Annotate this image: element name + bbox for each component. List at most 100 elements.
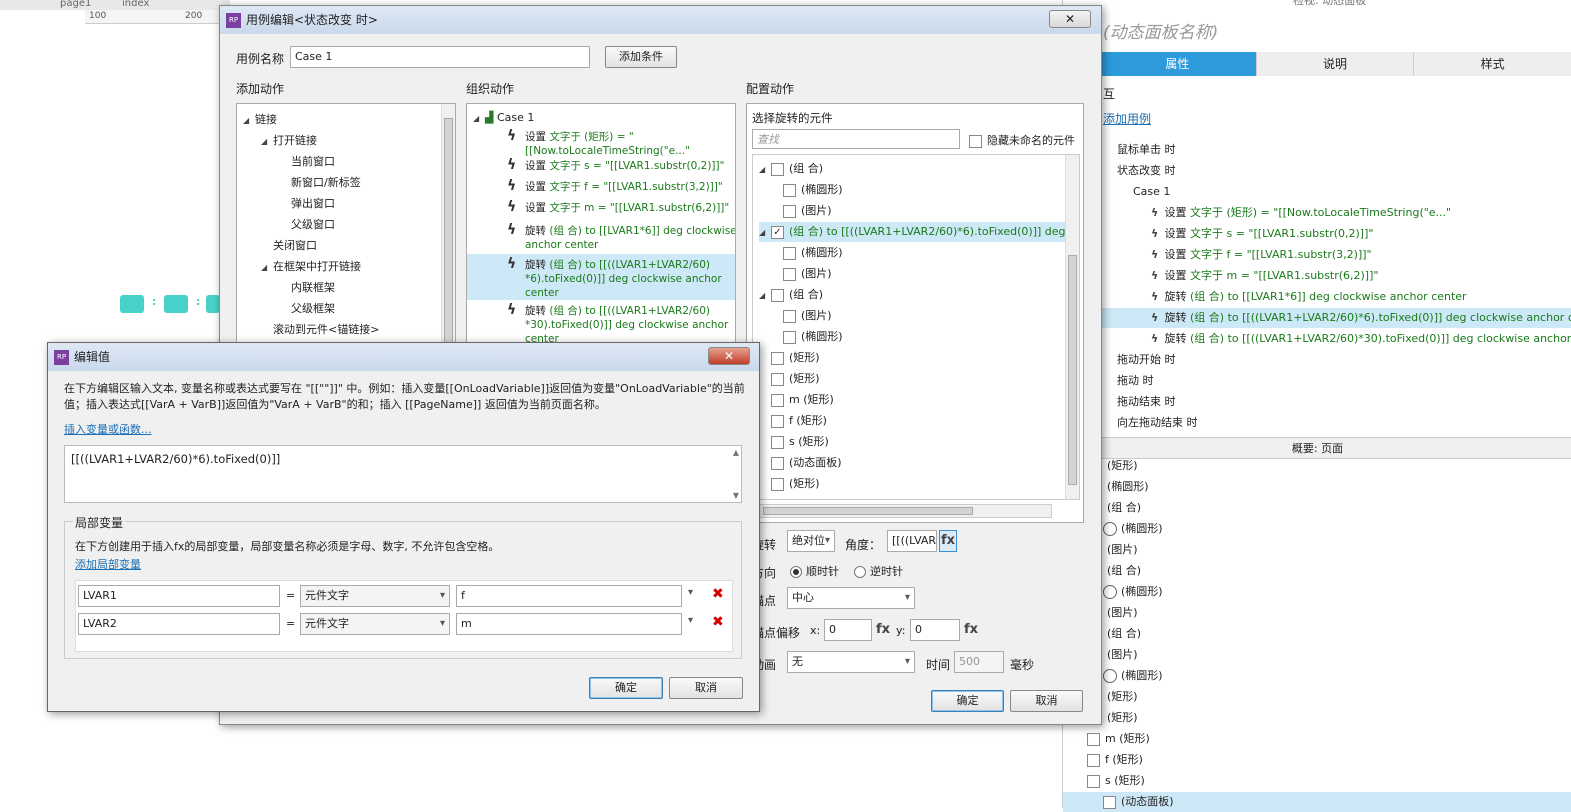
cw-radio[interactable]: 顺时针 — [790, 563, 839, 579]
action-item[interactable]: ϟ 旋转 (组 合) to [[((LVAR1+LVAR2/60)*6).toF… — [1099, 308, 1571, 328]
organize-action-item[interactable]: ϟ 旋转 (组 合) to [[((LVAR1+LVAR2/60) *6).toF… — [467, 254, 735, 300]
outline-item[interactable]: (椭圆形) — [1103, 582, 1163, 602]
widget-tree-item[interactable]: ◢ ✓ (组 合) to [[((LVAR1+LVAR2/60)*6).toFixe… — [759, 222, 1079, 243]
outline-item[interactable]: (组 合) — [1107, 498, 1141, 518]
expand-triangle-icon[interactable]: ◢ — [261, 132, 273, 152]
action-tree-item[interactable]: ◢ 链接 — [243, 110, 277, 130]
widget-tree-item[interactable]: (椭圆形) — [783, 180, 843, 200]
animation-select[interactable]: 无 — [787, 651, 915, 673]
tab-style[interactable]: 样式 — [1414, 52, 1571, 76]
checkbox[interactable] — [783, 309, 796, 323]
cancel-button[interactable]: 取消 — [669, 677, 743, 699]
time-input[interactable]: 500 — [954, 651, 1004, 673]
panel-name-field[interactable]: (动态面板名称) — [1103, 18, 1218, 43]
outline-item[interactable]: (椭圆形) — [1107, 477, 1149, 497]
expand-triangle-icon[interactable]: ◢ — [261, 258, 273, 278]
checkbox[interactable] — [771, 351, 784, 365]
checkbox[interactable] — [771, 288, 784, 302]
widget-tree-item[interactable]: (椭圆形) — [783, 243, 843, 263]
organize-action-item[interactable]: ϟ 设置 文字于 (矩形) = "[[Now.toLocaleTimeString… — [467, 126, 735, 157]
anchor-select[interactable]: 中心 — [787, 587, 915, 609]
var-target-input[interactable]: f — [456, 585, 682, 607]
widget-tree-item[interactable]: (图片) — [783, 264, 832, 284]
x-fx-button[interactable]: fx — [876, 622, 890, 637]
outline-item[interactable]: s (矩形) — [1087, 771, 1145, 791]
expand-triangle-icon[interactable]: ◢ — [759, 286, 771, 306]
widget-tree-item[interactable]: (矩形) — [759, 474, 820, 494]
ok-button[interactable]: 确定 — [931, 690, 1004, 712]
outline-item[interactable]: (图片) — [1107, 645, 1138, 665]
close-button[interactable]: ✕ — [1049, 10, 1091, 28]
outline-item[interactable]: (图片) — [1107, 540, 1138, 560]
checkbox[interactable] — [783, 267, 796, 281]
action-item[interactable]: ϟ 旋转 (组 合) to [[LVAR1*6]] deg clockwise … — [1151, 287, 1467, 307]
checkbox[interactable] — [771, 414, 784, 428]
event-item[interactable]: 拖动开始 时 — [1117, 350, 1176, 370]
widget-tree-item[interactable]: (动态面板) — [759, 453, 842, 473]
scrollbar[interactable] — [1065, 155, 1079, 499]
widget-tree-item[interactable]: f (矩形) — [759, 411, 827, 431]
action-tree-item[interactable]: 当前窗口 — [291, 152, 335, 172]
tab-notes[interactable]: 说明 — [1256, 52, 1415, 76]
radio[interactable] — [790, 566, 802, 578]
delete-icon[interactable]: ✖ — [712, 586, 724, 602]
checkbox[interactable] — [783, 183, 796, 197]
case-node[interactable]: ◢ ▟ Case 1 — [473, 108, 534, 128]
var-name-input[interactable]: LVAR1 — [78, 585, 280, 607]
outline-item[interactable]: (动态面板) — [1063, 792, 1571, 812]
var-type-select[interactable]: 元件文字 — [300, 585, 450, 607]
var-target-input[interactable]: m — [456, 613, 682, 635]
expand-triangle-icon[interactable]: ◢ — [759, 223, 771, 243]
checkbox[interactable] — [783, 246, 796, 260]
scroll-thumb[interactable] — [1068, 255, 1077, 485]
expand-triangle-icon[interactable]: ◢ — [243, 111, 255, 131]
ccw-radio[interactable]: 逆时针 — [854, 563, 903, 579]
case-item[interactable]: Case 1 — [1133, 182, 1170, 202]
expression-text[interactable]: [[((LVAR1+LVAR2/60)*6).toFixed(0)]] — [71, 452, 280, 466]
insert-variable-link[interactable]: 插入变量或函数... — [64, 421, 152, 437]
outline-item[interactable]: (组 合) — [1107, 561, 1141, 581]
widget-tree-item[interactable]: (矩形) — [759, 348, 820, 368]
checkbox[interactable] — [771, 435, 784, 449]
h-scrollbar[interactable] — [752, 504, 1052, 518]
organize-action-item[interactable]: ϟ 旋转 (组 合) to [[((LVAR1+LVAR2/60) *30).to… — [467, 300, 735, 345]
action-tree-item[interactable]: 父级窗口 — [291, 215, 335, 235]
expression-editor[interactable]: [[((LVAR1+LVAR2/60)*6).toFixed(0)]] ▲ ▼ — [64, 445, 742, 503]
tab-page1[interactable]: page1 — [60, 0, 91, 9]
scroll-up-icon[interactable]: ▲ — [733, 448, 739, 457]
event-item[interactable]: 向左拖动结束 时 — [1117, 413, 1198, 433]
checkbox[interactable]: ✓ — [771, 225, 784, 239]
h-scroll-thumb[interactable] — [763, 507, 973, 515]
checkbox[interactable] — [771, 162, 784, 176]
action-tree-item[interactable]: 父级框架 — [291, 299, 335, 319]
action-item[interactable]: ϟ 设置 文字于 f = "[[LVAR1.substr(3,2)]]" — [1151, 245, 1372, 265]
event-item[interactable]: 拖动 时 — [1117, 371, 1154, 391]
widget-tree-item[interactable]: s (矩形) — [759, 432, 829, 452]
hide-unnamed-checkbox[interactable]: 隐藏未命名的元件 — [969, 132, 1075, 148]
outline-item[interactable]: (图片) — [1107, 603, 1138, 623]
outline-item[interactable]: (矩形) — [1107, 687, 1138, 707]
action-item[interactable]: ϟ 设置 文字于 m = "[[LVAR1.substr(6,2)]]" — [1151, 266, 1378, 286]
scroll-down-icon[interactable]: ▼ — [733, 491, 739, 500]
checkbox[interactable] — [771, 372, 784, 386]
close-button[interactable]: ✕ — [708, 347, 750, 365]
outline-item[interactable]: (矩形) — [1107, 708, 1138, 728]
widget-tree-item[interactable]: (椭圆形) — [783, 327, 843, 347]
var-type-select[interactable]: 元件文字 — [300, 613, 450, 635]
tab-index[interactable]: index — [122, 0, 149, 9]
checkbox[interactable] — [783, 330, 796, 344]
case-name-input[interactable]: Case 1 — [290, 46, 590, 68]
tab-properties[interactable]: 属性 — [1099, 52, 1257, 76]
event-item[interactable]: 鼠标单击 时 — [1117, 140, 1176, 160]
organize-action-item[interactable]: ϟ 设置 文字于 s = "[[LVAR1.substr(0,2)]]" — [467, 155, 735, 175]
event-item[interactable]: 拖动结束 时 — [1117, 392, 1176, 412]
var-name-input[interactable]: LVAR2 — [78, 613, 280, 635]
action-tree-item[interactable]: ◢ 打开链接 — [261, 131, 317, 151]
action-tree-item[interactable]: 新窗口/新标签 — [291, 173, 361, 193]
dropdown-arrow-icon[interactable]: ▾ — [688, 615, 693, 626]
rotate-mode-select[interactable]: 绝对位 — [787, 530, 835, 552]
action-tree-item[interactable]: 内联框架 — [291, 278, 335, 298]
checkbox[interactable] — [771, 477, 784, 491]
widget-tree-item[interactable]: (图片) — [783, 306, 832, 326]
outline-item[interactable]: (组 合) — [1107, 624, 1141, 644]
